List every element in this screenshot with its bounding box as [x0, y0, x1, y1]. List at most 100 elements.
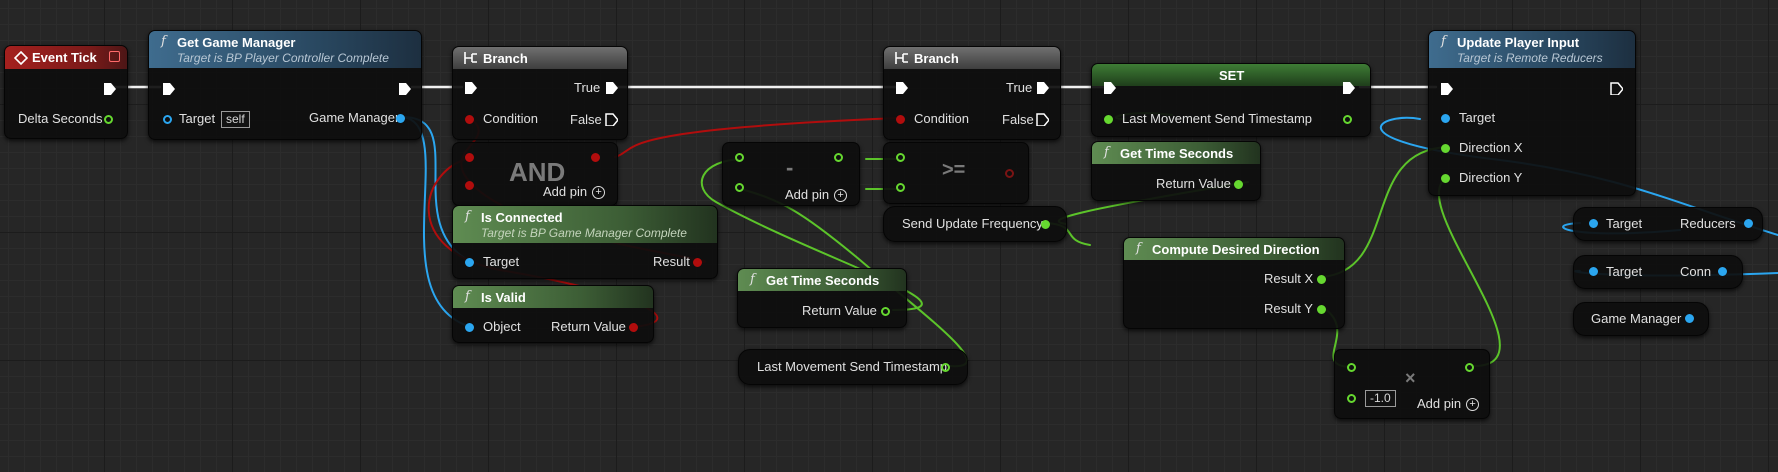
- false-exec-pin[interactable]: [604, 112, 618, 126]
- return-value-pin[interactable]: [881, 307, 890, 316]
- value-input-pin[interactable]: [1104, 115, 1113, 124]
- direction-y-pin[interactable]: [1441, 174, 1450, 183]
- float-wire: [1437, 176, 1501, 367]
- variable-output-pin[interactable]: [1685, 314, 1694, 323]
- multiply-value-box[interactable]: -1.0: [1365, 390, 1396, 407]
- add-pin-button[interactable]: Add pin +: [543, 184, 606, 200]
- false-exec-pin[interactable]: [1035, 112, 1049, 126]
- reducers-output-pin[interactable]: [1744, 219, 1753, 228]
- gte-input-b-pin[interactable]: [896, 183, 905, 192]
- subtract-input-a-pin[interactable]: [735, 153, 744, 162]
- result-y-pin[interactable]: [1317, 305, 1326, 314]
- direction-x-label: Direction X: [1459, 140, 1523, 155]
- target-pin[interactable]: [1441, 114, 1450, 123]
- greater-equal-node[interactable]: >=: [883, 142, 1029, 204]
- target-pin[interactable]: [465, 258, 474, 267]
- exec-out-pin[interactable]: [1341, 80, 1355, 94]
- event-tick-node[interactable]: Event Tick Delta Seconds: [4, 45, 128, 139]
- exec-in-pin[interactable]: [161, 81, 175, 95]
- reducers-getter-node[interactable]: Target Reducers: [1573, 207, 1763, 241]
- compute-desired-direction-node[interactable]: f Compute Desired Direction Result X Res…: [1123, 237, 1345, 329]
- true-exec-pin[interactable]: [604, 80, 618, 94]
- set-node[interactable]: SET Last Movement Send Timestamp: [1091, 63, 1371, 137]
- condition-pin[interactable]: [896, 115, 905, 124]
- last-movement-send-timestamp-variable[interactable]: Last Movement Send Timestamp: [738, 349, 968, 385]
- event-diamond-icon: [14, 51, 28, 65]
- exec-in-pin[interactable]: [463, 80, 477, 94]
- game-manager-variable[interactable]: Game Manager: [1573, 302, 1709, 336]
- function-f-icon: f: [1441, 34, 1446, 49]
- gte-operator: >=: [942, 159, 966, 181]
- result-pin[interactable]: [693, 258, 702, 267]
- false-label: False: [1002, 112, 1034, 127]
- target-pin[interactable]: [1589, 267, 1598, 276]
- get-game-manager-node[interactable]: f Get Game Manager Target is BP Player C…: [148, 30, 422, 140]
- exec-out-pin[interactable]: [1609, 81, 1623, 95]
- and-output-pin[interactable]: [591, 153, 600, 162]
- exec-in-pin[interactable]: [1439, 81, 1453, 95]
- conn-getter-node[interactable]: Target Conn: [1573, 255, 1743, 289]
- self-value-box[interactable]: self: [221, 111, 250, 128]
- multiply-input-b-pin[interactable]: [1347, 394, 1356, 403]
- function-f-icon: f: [161, 34, 166, 49]
- object-label: Object: [483, 319, 521, 334]
- target-pin[interactable]: [163, 115, 172, 124]
- variable-output-pin[interactable]: [941, 363, 950, 372]
- target-label: Target: [1606, 264, 1643, 279]
- exec-in-pin[interactable]: [894, 80, 908, 94]
- condition-pin[interactable]: [465, 115, 474, 124]
- set-variable-label: Last Movement Send Timestamp: [1122, 111, 1313, 126]
- is-valid-node[interactable]: f Is Valid Object Return Value: [452, 285, 654, 343]
- condition-label: Condition: [483, 111, 538, 126]
- plus-icon: +: [1466, 398, 1480, 412]
- breakpoint-icon[interactable]: [109, 51, 120, 62]
- gte-input-a-pin[interactable]: [896, 153, 905, 162]
- and-input-a-pin[interactable]: [465, 153, 474, 162]
- multiply-output-pin[interactable]: [1465, 363, 1474, 372]
- is-connected-title: Is Connected: [481, 210, 563, 225]
- delta-seconds-pin[interactable]: [104, 115, 113, 124]
- branch-node-2[interactable]: Branch True Condition False: [883, 46, 1061, 140]
- true-label: True: [1006, 80, 1033, 95]
- target-label: Target: [483, 254, 520, 269]
- is-connected-node[interactable]: f Is Connected Target is BP Game Manager…: [452, 205, 718, 279]
- get-game-manager-subtitle: Target is BP Player Controller Complete: [177, 51, 389, 65]
- function-f-icon: f: [465, 289, 470, 304]
- get-time-seconds-node-2[interactable]: f Get Time Seconds Return Value: [1091, 141, 1261, 201]
- get-time-seconds-node-1[interactable]: f Get Time Seconds Return Value: [737, 268, 907, 328]
- event-tick-title: Event Tick: [32, 50, 97, 65]
- target-pin[interactable]: [1589, 219, 1598, 228]
- return-value-pin[interactable]: [629, 323, 638, 332]
- function-f-icon: f: [750, 272, 755, 287]
- variable-label: Game Manager: [1591, 311, 1682, 326]
- branch-node-1[interactable]: Branch True Condition False: [452, 46, 628, 140]
- gte-output-pin[interactable]: [1005, 169, 1014, 178]
- multiply-input-a-pin[interactable]: [1347, 363, 1356, 372]
- and-node[interactable]: AND Add pin +: [452, 142, 618, 206]
- game-manager-output-label: Game Manager: [309, 110, 400, 125]
- true-exec-pin[interactable]: [1035, 80, 1049, 94]
- subtract-node[interactable]: - Add pin +: [722, 142, 860, 206]
- update-player-input-node[interactable]: f Update Player Input Target is Remote R…: [1428, 30, 1636, 196]
- add-pin-button[interactable]: Add pin +: [1417, 396, 1480, 412]
- game-manager-output-pin[interactable]: [396, 114, 405, 123]
- get-time-seconds-title: Get Time Seconds: [766, 273, 880, 288]
- subtract-input-b-pin[interactable]: [735, 183, 744, 192]
- exec-out-pin[interactable]: [397, 81, 411, 95]
- multiply-node[interactable]: -1.0 × Add pin +: [1334, 349, 1490, 419]
- result-x-label: Result X: [1264, 271, 1314, 286]
- exec-out-pin[interactable]: [102, 81, 116, 95]
- send-update-frequency-variable[interactable]: Send Update Frequency: [883, 206, 1067, 242]
- direction-x-pin[interactable]: [1441, 144, 1450, 153]
- return-value-pin[interactable]: [1234, 180, 1243, 189]
- branch-header: [453, 47, 627, 69]
- variable-output-pin[interactable]: [1041, 220, 1050, 229]
- conn-output-pin[interactable]: [1718, 267, 1727, 276]
- and-input-b-pin[interactable]: [465, 181, 474, 190]
- object-pin[interactable]: [465, 323, 474, 332]
- subtract-output-pin[interactable]: [834, 153, 843, 162]
- exec-in-pin[interactable]: [1102, 80, 1116, 94]
- value-output-pin[interactable]: [1343, 115, 1352, 124]
- add-pin-button[interactable]: Add pin +: [785, 187, 848, 203]
- result-x-pin[interactable]: [1317, 275, 1326, 284]
